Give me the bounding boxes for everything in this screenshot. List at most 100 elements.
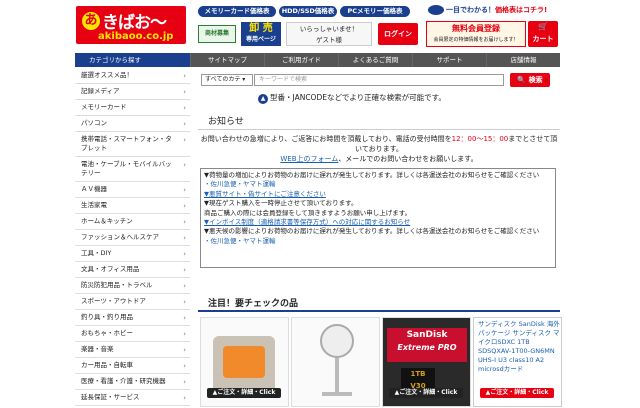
detail-button[interactable]: ▲ご注文・詳細・Click (480, 388, 554, 398)
price-banner-text: 一目でわかる！ (446, 6, 495, 14)
chevron-right-icon: › (183, 104, 186, 112)
sidebar-category-item[interactable]: 医療・看護・介護・研究機器 › (75, 374, 190, 390)
product-description[interactable]: サンディスク SanDisk 海外パッケージ サンディスク マイクロSDXC 1… (478, 320, 561, 374)
sidebar-category-label: 釣り具・釣り用品 (81, 313, 133, 321)
notice-box: ▼荷物量の増加によりお荷物のお届けに遅れが発生しております。詳しくは各運送会社の… (200, 168, 556, 268)
notice-line1a: お問い合わせの急増により、ご返答にお時間を頂戴しており、電話の受付時間を (200, 135, 452, 143)
member-registration-banner[interactable]: 無料会員登録 会員限定の特価情報をお届けします！ (426, 21, 526, 47)
heater-glow (223, 346, 265, 378)
nav-support[interactable]: サポート (412, 53, 486, 67)
sd-line: Extreme PRO (397, 343, 457, 352)
sidebar-category-label: 記録メディア (81, 87, 120, 95)
wholesale-title: 卸 売 (249, 23, 273, 34)
welcome-box: いらっしゃいませ！ ゲスト様 (286, 22, 372, 46)
notice-text: お問い合わせの急増により、ご返答にお時間を頂戴しており、電話の受付時間を12：0… (200, 134, 558, 164)
logo-domain: akibaoo.co.jp (98, 31, 174, 42)
nav-faq[interactable]: よくあるご質問 (338, 53, 412, 67)
sidebar-category-label: 電池・ケーブル・モバイルバッテリー (81, 160, 172, 177)
sidebar-category-label: 医療・看護・介護・研究機器 (81, 377, 166, 385)
pc-memory-price-link[interactable]: PCメモリー価格表 (340, 6, 410, 17)
chevron-right-icon: › (183, 330, 186, 338)
sidebar-category-label: パソコン (81, 119, 107, 127)
fraud-site-link[interactable]: ▼悪質サイト・偽サイトにご注意ください (204, 190, 552, 199)
detail-button[interactable]: ▲ご注文・詳細・Click (389, 388, 463, 398)
chevron-right-icon: › (183, 136, 186, 144)
sidebar-category-item[interactable]: スポーツ・アウトドア › (75, 294, 190, 310)
fan-pole (335, 358, 339, 394)
sidebar-category-label: ホーム＆キッチン (81, 217, 133, 225)
logo-text: きばお～ (102, 13, 167, 33)
chevron-right-icon: › (183, 362, 186, 370)
sidebar-category-item[interactable]: ホーム＆キッチン › (75, 214, 190, 230)
sidebar-category-label: おもちゃ・ホビー (81, 329, 133, 337)
sidebar-category-item[interactable]: カー用品・自転車 › (75, 358, 190, 374)
notice-heading: お知らせ (198, 116, 560, 130)
cart-icon: 🛒 (538, 22, 548, 31)
product-recruit-badge[interactable]: 商材募集 (198, 25, 236, 43)
sidebar-category-item[interactable]: パソコン › (75, 116, 190, 132)
featured-item[interactable]: ▲ご注文・詳細・Click (200, 317, 289, 407)
chevron-right-icon: › (183, 314, 186, 322)
carrier-links[interactable]: ・佐川急便・ヤマト運輸 (204, 237, 552, 246)
site-logo[interactable]: あ きばお～ akibaoo.co.jp (76, 6, 186, 44)
sidebar-category-item[interactable]: 生活家電 › (75, 198, 190, 214)
category-sidebar: 厳選オススメ品！ › 記録メディア › メモリーカード › パソコン › 携帯電話・スマートフォ… (75, 68, 190, 408)
sidebar-category-label: ＡＶ機器 (81, 185, 107, 193)
category-menu-button[interactable]: カテゴリから探す (75, 53, 190, 67)
featured-item[interactable]: SanDisk Extreme PRO 1TB V30 ▲ご注文・詳細・Clic… (382, 317, 471, 407)
sidebar-category-item[interactable]: 防災防犯用品・トラベル › (75, 278, 190, 294)
featured-item[interactable]: サンディスク SanDisk 海外パッケージ サンディスク マイクロSDXC 1… (473, 317, 562, 407)
search-button[interactable]: 🔍 検索 (510, 73, 550, 87)
nav-guide[interactable]: ご利用ガイド (264, 53, 338, 67)
logo-mark: あ (82, 12, 100, 30)
guest-name: ゲスト様 (316, 36, 342, 44)
cart-button[interactable]: 🛒 カート (528, 21, 558, 47)
chevron-right-icon: › (183, 72, 186, 80)
price-list-icon (428, 5, 444, 15)
nav-store-info[interactable]: 店舗情報 (486, 53, 560, 67)
chevron-right-icon: › (183, 186, 186, 194)
sidebar-category-item[interactable]: メモリーカード › (75, 100, 190, 116)
nav-sitemap[interactable]: サイトマップ (190, 53, 264, 67)
sidebar-category-item[interactable]: 記録メディア › (75, 84, 190, 100)
notice-item: 商品ご購入の際には会員登録をして頂きますようお願い申し上げます。 (204, 208, 412, 217)
welcome-line: いらっしゃいませ！ (299, 25, 359, 33)
web-form-link[interactable]: WEB上のフォーム (280, 155, 338, 163)
sidebar-category-item[interactable]: 工具・DIY › (75, 246, 190, 262)
sidebar-category-item[interactable]: ファッション＆ヘルスケア › (75, 230, 190, 246)
site-header: あ きばお～ akibaoo.co.jp メモリーカード価格表 HDD/SSD価… (0, 0, 640, 52)
price-list-banner[interactable]: 一目でわかる！価格表はコチラ! (428, 5, 560, 18)
sidebar-category-item[interactable]: 電池・ケーブル・モバイルバッテリー › (75, 157, 190, 182)
notice-item: ▼現在ゲスト購入を一時停止させて頂いております。 (204, 199, 358, 208)
cart-label: カート (532, 35, 554, 43)
search-category-value: すべてのカテ (205, 76, 241, 83)
member-sub: 会員限定の特価情報をお届けします！ (433, 37, 519, 43)
sidebar-category-label: 携帯電話・スマートフォン・タブレット (81, 135, 172, 152)
chevron-right-icon: › (183, 378, 186, 386)
hdd-ssd-price-link[interactable]: HDD/SSD価格表 (279, 6, 337, 17)
sidebar-category-item[interactable]: 釣り具・釣り用品 › (75, 310, 190, 326)
search-hint: ▲ 型番・JANCODEなどでより正確な検索が可能です。 (258, 92, 446, 104)
sidebar-category-item[interactable]: 携帯電話・スマートフォン・タブレット › (75, 132, 190, 157)
featured-item[interactable] (291, 317, 380, 407)
search-input[interactable]: キーワードで検索 (254, 74, 504, 86)
chevron-right-icon: › (183, 394, 186, 402)
sd-card-image: SanDisk Extreme PRO (387, 328, 467, 362)
wholesale-page-badge[interactable]: 卸 売 専用ページ (241, 22, 281, 46)
chevron-right-icon: › (183, 161, 186, 169)
sidebar-category-item[interactable]: おもちゃ・ホビー › (75, 326, 190, 342)
search-category-select[interactable]: すべてのカテ ▾ (201, 74, 253, 86)
sidebar-category-item[interactable]: 延長保証・サービス › (75, 390, 190, 406)
carrier-links[interactable]: ・佐川急便・ヤマト運輸 (204, 180, 552, 189)
sidebar-category-label: 工具・DIY (81, 249, 112, 257)
detail-button[interactable]: ▲ご注文・詳細・Click (207, 388, 281, 398)
login-button[interactable]: ログイン (378, 23, 418, 45)
search-hint-text: 型番・JANCODEなどでより正確な検索が可能です。 (270, 93, 446, 102)
sidebar-category-label: 厳選オススメ品！ (81, 71, 133, 79)
sidebar-category-item[interactable]: 楽器・音楽 › (75, 342, 190, 358)
sidebar-category-label: 防災防犯用品・トラベル (81, 281, 153, 289)
memory-card-price-link[interactable]: メモリーカード価格表 (198, 6, 276, 17)
sidebar-category-item[interactable]: 文具・オフィス用品 › (75, 262, 190, 278)
sidebar-category-item[interactable]: 厳選オススメ品！ › (75, 68, 190, 84)
sidebar-category-item[interactable]: ＡＶ機器 › (75, 182, 190, 198)
